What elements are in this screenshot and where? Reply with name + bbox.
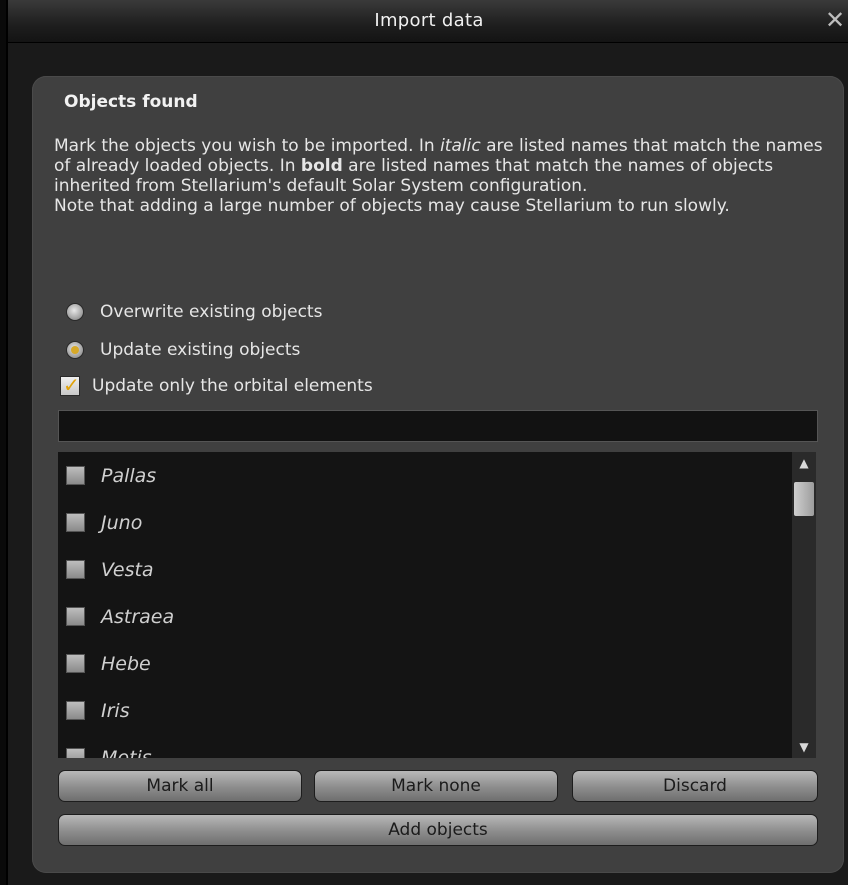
scroll-down-icon[interactable]: ▼ [792, 736, 816, 758]
close-icon[interactable]: ✕ [822, 6, 848, 34]
import-data-window: Import data ✕ Objects found Mark the obj… [6, 0, 848, 885]
item-checkbox[interactable] [66, 513, 85, 532]
item-label: Metis [101, 746, 152, 759]
item-label: Iris [101, 699, 130, 722]
instructions-bold-word: bold [300, 156, 343, 176]
overwrite-option[interactable]: Overwrite existing objects [66, 300, 322, 324]
item-label: Astraea [101, 605, 175, 628]
list-scrollbar[interactable]: ▲ ▼ [792, 452, 816, 758]
objects-found-panel: Objects found Mark the objects you wish … [32, 76, 844, 873]
overwrite-radio[interactable] [66, 303, 84, 321]
instructions-italic-word: italic [440, 136, 481, 156]
list-item[interactable]: Vesta [58, 546, 816, 593]
list-item[interactable]: Hebe [58, 640, 816, 687]
mark-all-button[interactable]: Mark all [58, 770, 302, 802]
window-title: Import data [374, 10, 484, 31]
overwrite-label: Overwrite existing objects [100, 302, 323, 322]
list-item[interactable]: Astraea [58, 593, 816, 640]
add-objects-button[interactable]: Add objects [58, 814, 818, 846]
update-radio[interactable] [66, 341, 84, 359]
item-checkbox[interactable] [66, 466, 85, 485]
performance-note: Note that adding a large number of objec… [54, 196, 730, 216]
instructions-part1: Mark the objects you wish to be imported… [54, 136, 441, 156]
item-checkbox[interactable] [66, 654, 85, 673]
orbital-elements-label: Update only the orbital elements [92, 376, 373, 396]
list-item[interactable]: Iris [58, 687, 816, 734]
mark-none-button[interactable]: Mark none [314, 770, 558, 802]
scroll-up-icon[interactable]: ▲ [792, 452, 816, 474]
discard-button[interactable]: Discard [572, 770, 818, 802]
item-label: Hebe [101, 652, 151, 675]
list-item[interactable]: Juno [58, 499, 816, 546]
panel-heading: Objects found [64, 92, 198, 112]
item-label: Juno [101, 511, 143, 534]
item-label: Vesta [101, 558, 154, 581]
checkmark-icon: ✓ [63, 373, 80, 397]
item-checkbox[interactable] [66, 560, 85, 579]
item-checkbox[interactable] [66, 607, 85, 626]
filter-input[interactable] [58, 410, 818, 442]
title-bar[interactable]: Import data ✕ [8, 0, 848, 43]
list-item[interactable]: Metis [58, 734, 816, 758]
update-label: Update existing objects [100, 340, 301, 360]
orbital-elements-option[interactable]: ✓ Update only the orbital elements [60, 373, 373, 398]
item-checkbox[interactable] [66, 701, 85, 720]
instructions-text: Mark the objects you wish to be imported… [54, 136, 824, 216]
list-item[interactable]: Pallas [58, 452, 816, 499]
scroll-thumb[interactable] [794, 482, 814, 516]
objects-list[interactable]: Pallas Juno Vesta Astraea Hebe Iris Meti… [58, 452, 816, 758]
update-option[interactable]: Update existing objects [66, 338, 300, 362]
item-checkbox[interactable] [66, 748, 85, 758]
orbital-elements-checkbox[interactable]: ✓ [60, 373, 80, 397]
item-label: Pallas [101, 464, 157, 487]
